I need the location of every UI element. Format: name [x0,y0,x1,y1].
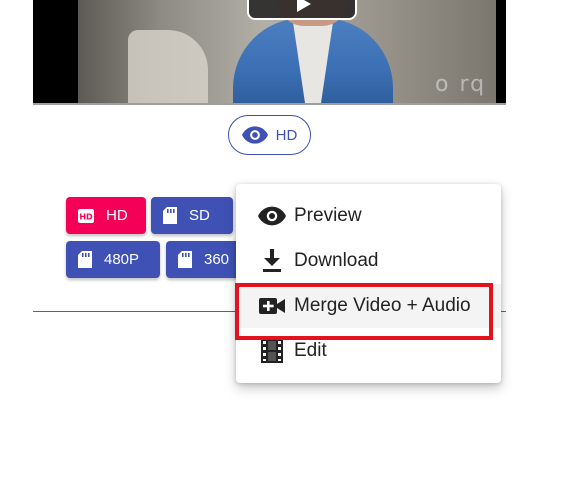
480p-button-label: 480P [104,251,140,268]
menu-item-merge-video-audio[interactable]: Merge Video + Audio [236,284,501,328]
play-icon [297,0,311,12]
eye-icon [258,202,286,230]
menu-item-label: Preview [294,205,362,226]
hd-icon: HD [78,208,94,223]
video-player[interactable]: o rq [33,0,506,103]
360-button-label: 360 [204,251,230,268]
hd-button[interactable]: HD HD [66,197,146,234]
menu-item-edit[interactable]: Edit [236,329,501,373]
480p-button[interactable]: 480P [66,241,160,278]
quality-chip[interactable]: HD [228,115,311,155]
hd-button-label: HD [106,207,128,224]
menu-item-preview[interactable]: Preview [236,194,501,238]
download-icon [258,247,286,275]
car-seat [128,30,208,103]
page: o rq HD HD HD SD 480P 360 Preview Downlo… [0,0,587,497]
sd-card-icon [178,251,192,268]
sd-card-icon [78,251,92,268]
play-button[interactable] [247,0,357,20]
eye-icon [241,126,268,144]
video-underline [33,103,506,105]
menu-item-download[interactable]: Download [236,239,501,283]
sd-button[interactable]: SD [151,197,233,234]
context-menu: Preview Download Merge Video + Audio Edi… [236,184,501,383]
sd-card-icon [163,207,177,224]
video-add-icon [258,292,286,320]
svg-text:HD: HD [79,212,93,221]
360-button[interactable]: 360 [166,241,242,278]
menu-item-label: Merge Video + Audio [294,295,471,316]
quality-chip-label: HD [275,126,298,144]
film-icon [258,337,286,365]
video-watermark: o rq [435,72,487,97]
sd-button-label: SD [189,207,210,224]
menu-item-label: Download [294,250,379,271]
menu-item-label: Edit [294,340,327,361]
